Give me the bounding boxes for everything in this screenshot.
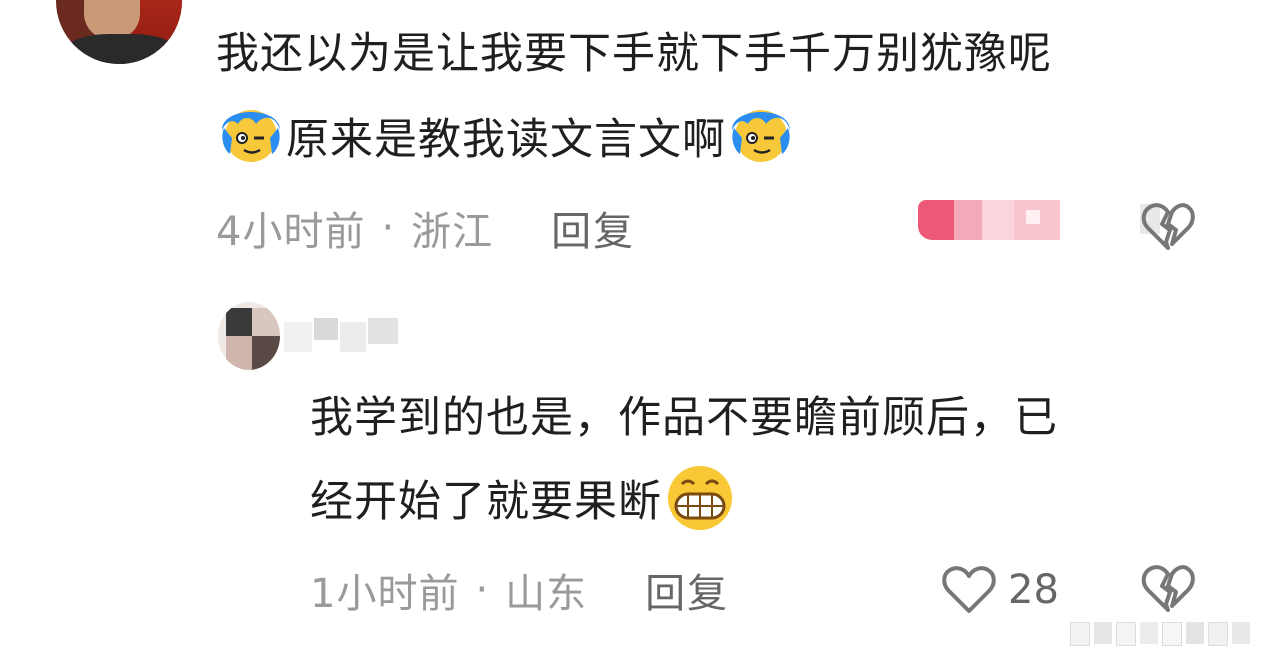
comment-line: 我学到的也是，作品不要瞻前顾后，已 <box>310 393 1058 443</box>
heart-outline-icon <box>942 566 996 613</box>
broken-heart-icon <box>1140 203 1195 250</box>
comment-time: 1小时前 <box>310 571 460 617</box>
comment-line: 原来是教我读文言文啊 <box>216 98 1216 176</box>
dislike-button[interactable] <box>1140 562 1196 614</box>
comment-line: 我还以为是让我要下手就下手千万别犹豫呢 <box>216 29 1052 79</box>
comment-meta: 1小时前 · 山东 回复 <box>310 562 729 618</box>
comment-line-text: 原来是教我读文言文啊 <box>286 115 726 165</box>
comment-text: 我还以为是让我要下手就下手千万别犹豫呢 原来是教我读文言文啊 <box>216 18 1216 176</box>
blurred-username <box>284 318 402 358</box>
comment-line-text: 经开始了就要果断 <box>310 477 662 527</box>
like-count: 28 <box>1008 567 1059 613</box>
reply-button[interactable]: 回复 <box>645 561 729 619</box>
comment-text: 我学到的也是，作品不要瞻前顾后，已 经开始了就要果断 <box>310 382 1230 538</box>
comment-meta: 4小时前 · 浙江 回复 <box>216 200 635 256</box>
like-button[interactable]: 28 <box>940 562 1059 618</box>
dislike-button[interactable] <box>1140 200 1196 252</box>
blue-hair-smirk-emoji-icon <box>726 98 796 168</box>
comment-location: 山东 <box>505 571 588 617</box>
avatar[interactable] <box>218 302 280 370</box>
blurred-like-area <box>918 196 1064 246</box>
broken-heart-icon <box>1141 565 1195 612</box>
comment-time: 4小时前 <box>216 209 366 255</box>
meta-separator: · <box>381 205 396 251</box>
comment-line: 经开始了就要果断 <box>310 462 1230 538</box>
comment-location: 浙江 <box>411 209 494 255</box>
meta-separator: · <box>475 567 490 613</box>
reply-button[interactable]: 回复 <box>551 199 635 257</box>
avatar[interactable] <box>56 0 182 64</box>
watermark <box>1070 622 1256 646</box>
grinning-emoji-icon <box>662 462 738 532</box>
blue-hair-smirk-emoji-icon <box>216 98 286 168</box>
